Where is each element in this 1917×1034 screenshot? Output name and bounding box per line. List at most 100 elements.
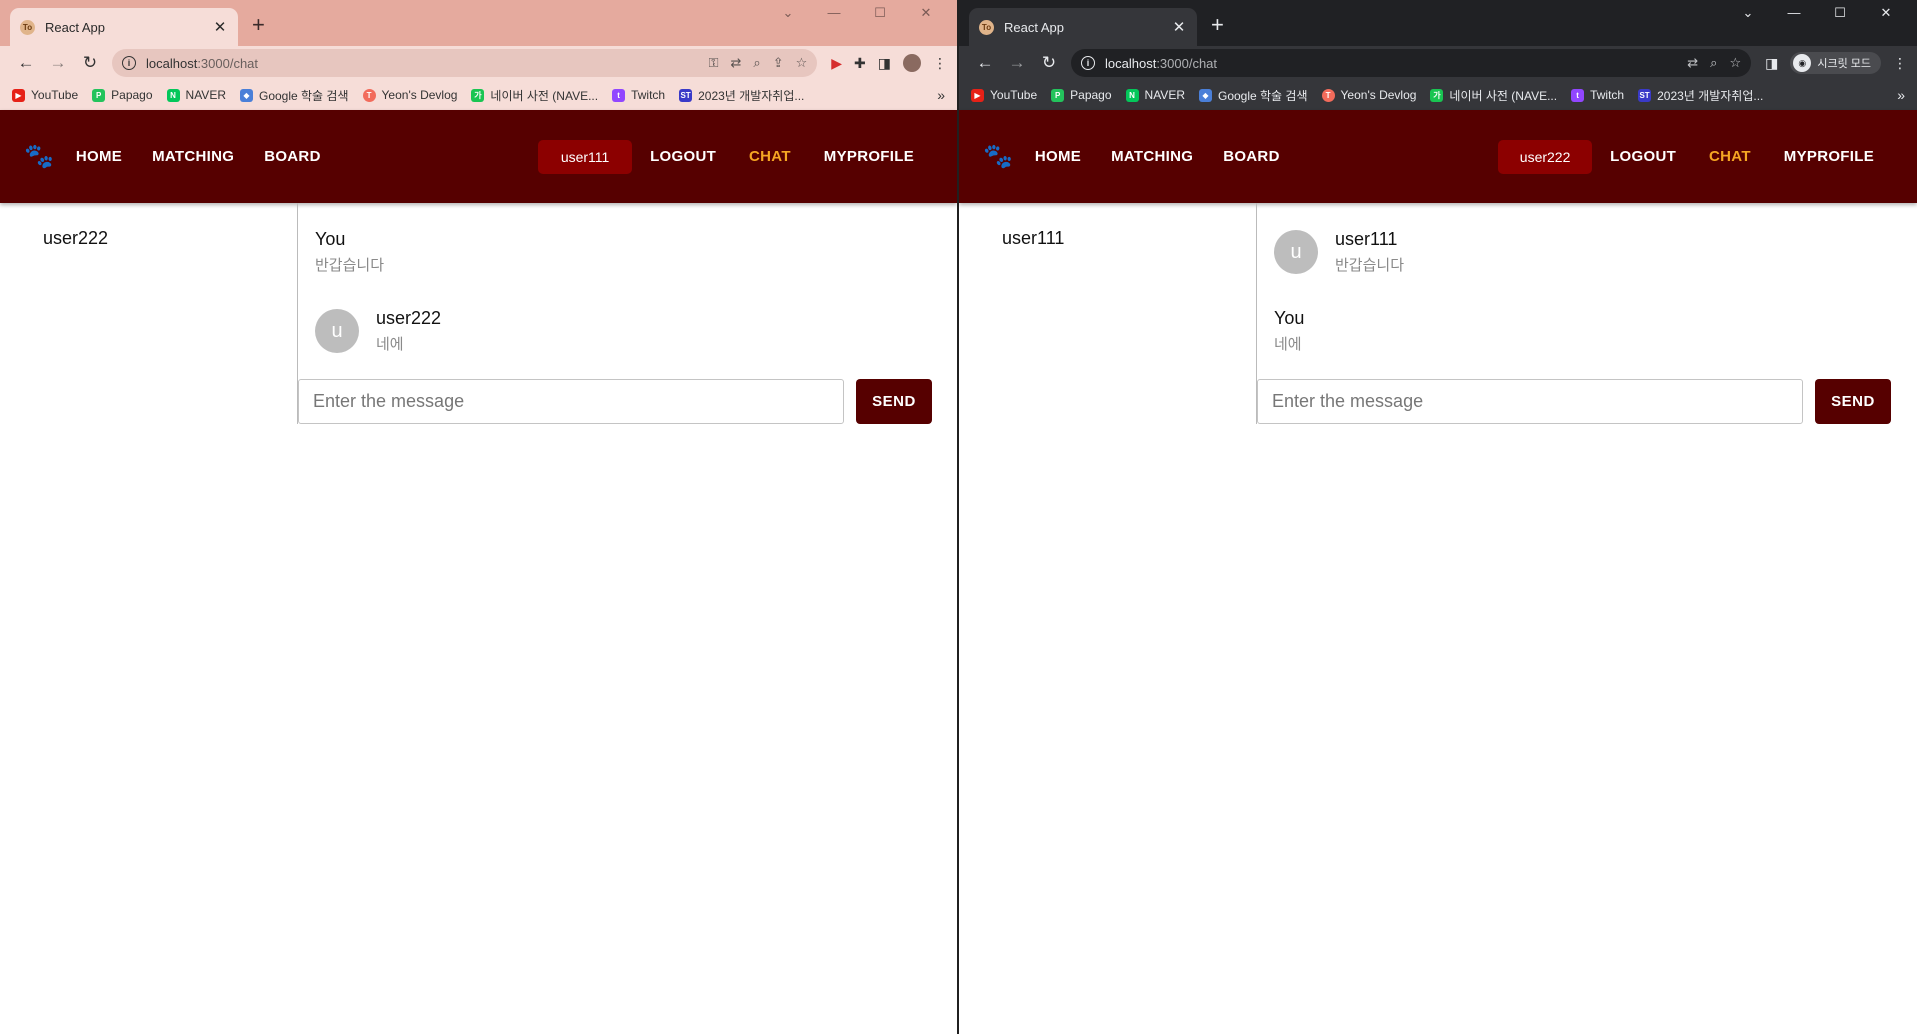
bookmark-naver-dictionary[interactable]: 가 네이버 사전 (NAVE... bbox=[471, 87, 598, 104]
bookmark-yeons-devlog[interactable]: T Yeon's Devlog bbox=[362, 88, 457, 102]
profile-avatar[interactable] bbox=[903, 54, 921, 72]
browser-window-left: To React App ✕ + ⌄ — ☐ ✕ ← → ↻ i localho… bbox=[0, 0, 959, 1034]
bookmarks-overflow-icon[interactable]: » bbox=[1897, 87, 1905, 103]
bookmark-twitch[interactable]: t Twitch bbox=[612, 88, 665, 102]
nav-matching[interactable]: MATCHING bbox=[1111, 148, 1193, 165]
bookmark-star-icon[interactable]: ☆ bbox=[796, 55, 808, 71]
address-bar[interactable]: i localhost:3000/chat ⚿ ⇄ ⌕ ⇪ ☆ bbox=[112, 49, 818, 77]
message-sender: user222 bbox=[376, 308, 442, 328]
extension-red-icon[interactable]: ▶ bbox=[831, 55, 842, 72]
current-user-button[interactable]: user222 bbox=[1498, 139, 1593, 174]
nav-logout[interactable]: LOGOUT bbox=[1610, 148, 1676, 165]
app-navbar: 🐾 HOME MATCHING BOARD user111 LOGOUT CHA… bbox=[0, 110, 957, 203]
bookmark-google-scholar[interactable]: ◆ Google 학술 검색 bbox=[1198, 87, 1308, 104]
extensions-puzzle-icon[interactable]: ✚ bbox=[854, 55, 866, 72]
tab-close-icon[interactable]: ✕ bbox=[212, 18, 228, 36]
bookmarks-overflow-icon[interactable]: » bbox=[937, 87, 945, 103]
jobs-icon: ST bbox=[1638, 88, 1652, 102]
bookmark-twitch[interactable]: t Twitch bbox=[1571, 88, 1624, 102]
papago-icon: P bbox=[92, 88, 106, 102]
zoom-icon[interactable]: ⌕ bbox=[753, 55, 760, 71]
chat-panel: u user111 반갑습니다 You 네에 SEND bbox=[1256, 203, 1892, 424]
youtube-icon: ▶ bbox=[971, 88, 984, 102]
zoom-icon[interactable]: ⌕ bbox=[1710, 55, 1717, 71]
message-input[interactable] bbox=[298, 379, 844, 424]
nav-home[interactable]: HOME bbox=[76, 148, 122, 165]
bookmark-google-scholar[interactable]: ◆ Google 학술 검색 bbox=[239, 87, 349, 104]
tab-close-icon[interactable]: ✕ bbox=[1171, 18, 1187, 36]
message-text: 네에 bbox=[376, 336, 404, 353]
message-item: You 네에 bbox=[1274, 308, 1304, 354]
back-icon[interactable]: ← bbox=[10, 53, 42, 73]
browser-tab[interactable]: To React App ✕ bbox=[969, 8, 1197, 46]
bookmark-papago[interactable]: P Papago bbox=[92, 88, 153, 102]
message-item: user111 반갑습니다 bbox=[1335, 229, 1404, 275]
menu-kebab-icon[interactable]: ⋮ bbox=[1893, 55, 1907, 72]
nav-board[interactable]: BOARD bbox=[1223, 148, 1280, 165]
new-tab-icon[interactable]: + bbox=[252, 12, 265, 38]
site-info-icon[interactable]: i bbox=[1081, 56, 1095, 70]
bookmark-youtube[interactable]: ▶ YouTube bbox=[971, 88, 1037, 102]
nav-myprofile[interactable]: MYPROFILE bbox=[824, 148, 914, 165]
nav-home[interactable]: HOME bbox=[1035, 148, 1081, 165]
menu-kebab-icon[interactable]: ⋮ bbox=[933, 55, 947, 72]
bookmark-youtube[interactable]: ▶ YouTube bbox=[12, 88, 78, 102]
message-input[interactable] bbox=[1257, 379, 1803, 424]
new-tab-icon[interactable]: + bbox=[1211, 12, 1224, 38]
minimize-icon[interactable]: — bbox=[1771, 4, 1817, 22]
reload-icon[interactable]: ↻ bbox=[74, 53, 106, 73]
bookmark-naver[interactable]: N NAVER bbox=[166, 88, 226, 102]
site-info-icon[interactable]: i bbox=[122, 56, 136, 70]
minimize-icon[interactable]: — bbox=[811, 4, 857, 22]
bookmark-2023-jobs[interactable]: ST 2023년 개발자취업... bbox=[1638, 87, 1763, 104]
bookmark-yeons-devlog[interactable]: T Yeon's Devlog bbox=[1321, 88, 1416, 102]
message-text: 반갑습니다 bbox=[315, 257, 385, 274]
nav-logout[interactable]: LOGOUT bbox=[650, 148, 716, 165]
avatar: u bbox=[315, 309, 359, 353]
bookmark-star-icon[interactable]: ☆ bbox=[1729, 55, 1741, 71]
nav-right-group: user222 LOGOUT CHAT MYPROFILE bbox=[1498, 139, 1893, 174]
message-sender: You bbox=[315, 229, 346, 249]
close-window-icon[interactable]: ✕ bbox=[1863, 4, 1909, 22]
titlebar: To React App ✕ + ⌄ — ☐ ✕ bbox=[959, 0, 1917, 46]
nav-chat[interactable]: CHAT bbox=[1709, 148, 1751, 165]
bookmark-papago[interactable]: P Papago bbox=[1051, 88, 1112, 102]
contact-item[interactable]: user222 bbox=[0, 203, 297, 249]
tab-search-icon[interactable]: ⌄ bbox=[765, 4, 811, 22]
maximize-icon[interactable]: ☐ bbox=[1817, 4, 1863, 22]
window-controls: ⌄ — ☐ ✕ bbox=[1725, 4, 1909, 22]
translate-icon[interactable]: ⇄ bbox=[731, 55, 742, 71]
message-item: You 반갑습니다 bbox=[315, 229, 384, 275]
incognito-badge[interactable]: ◉ 시크릿 모드 bbox=[1790, 52, 1881, 74]
url-host: localhost bbox=[146, 55, 198, 71]
nav-matching[interactable]: MATCHING bbox=[152, 148, 234, 165]
browser-tab[interactable]: To React App ✕ bbox=[10, 8, 238, 46]
browser-window-right: To React App ✕ + ⌄ — ☐ ✕ ← → ↻ i localho… bbox=[959, 0, 1917, 1034]
nav-right-group: user111 LOGOUT CHAT MYPROFILE bbox=[538, 139, 933, 174]
side-panel-icon[interactable]: ◨ bbox=[878, 55, 891, 72]
bookmark-naver-dictionary[interactable]: 가 네이버 사전 (NAVE... bbox=[1430, 87, 1557, 104]
paw-logo-icon[interactable]: 🐾 bbox=[24, 142, 54, 171]
address-bar[interactable]: i localhost:3000/chat ⇄ ⌕ ☆ bbox=[1071, 49, 1752, 77]
maximize-icon[interactable]: ☐ bbox=[857, 4, 903, 22]
back-icon[interactable]: ← bbox=[969, 53, 1001, 73]
close-window-icon[interactable]: ✕ bbox=[903, 4, 949, 22]
forward-icon[interactable]: → bbox=[42, 53, 74, 73]
translate-icon[interactable]: ⇄ bbox=[1687, 55, 1698, 71]
paw-logo-icon[interactable]: 🐾 bbox=[983, 142, 1013, 171]
bookmark-naver[interactable]: N NAVER bbox=[1125, 88, 1185, 102]
current-user-button[interactable]: user111 bbox=[538, 139, 633, 174]
side-panel-icon[interactable]: ◨ bbox=[1765, 55, 1778, 72]
key-icon[interactable]: ⚿ bbox=[709, 55, 719, 71]
contact-item[interactable]: user111 bbox=[959, 203, 1256, 249]
send-button[interactable]: SEND bbox=[1815, 379, 1891, 424]
send-button[interactable]: SEND bbox=[856, 379, 932, 424]
nav-chat[interactable]: CHAT bbox=[749, 148, 791, 165]
tab-search-icon[interactable]: ⌄ bbox=[1725, 4, 1771, 22]
forward-icon[interactable]: → bbox=[1001, 53, 1033, 73]
bookmark-2023-jobs[interactable]: ST 2023년 개발자취업... bbox=[679, 87, 804, 104]
share-icon[interactable]: ⇪ bbox=[773, 55, 784, 71]
nav-myprofile[interactable]: MYPROFILE bbox=[1784, 148, 1874, 165]
reload-icon[interactable]: ↻ bbox=[1033, 53, 1065, 73]
nav-board[interactable]: BOARD bbox=[264, 148, 321, 165]
